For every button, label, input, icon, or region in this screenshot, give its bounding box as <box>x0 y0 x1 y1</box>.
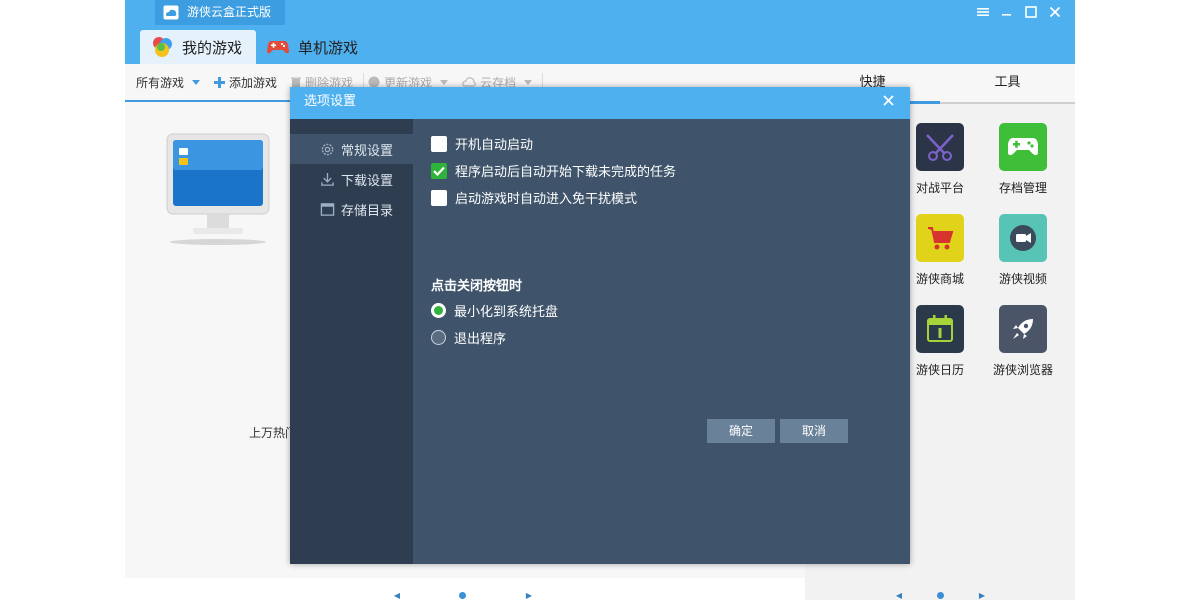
options-dialog: 选项设置 常规设置 下载设置 存储目录 开机自动启动 程序启动后自动开始下载未完… <box>290 87 910 564</box>
next-page-icon[interactable]: ▶ <box>524 590 534 600</box>
app-title: 游侠云盒正式版 <box>155 0 285 25</box>
crossed-swords-icon <box>916 123 964 171</box>
menu-icon[interactable] <box>975 4 991 20</box>
nav-download-settings[interactable]: 下载设置 <box>290 164 413 194</box>
option-label: 开机自动启动 <box>455 138 534 153</box>
monitor-icon <box>166 133 270 245</box>
dialog-nav: 常规设置 下载设置 存储目录 <box>290 119 413 564</box>
tool-label: 游侠商城 <box>915 272 964 286</box>
tool-save-manager[interactable]: 存档管理 <box>988 123 1058 196</box>
nav-general-settings[interactable]: 常规设置 <box>290 134 413 164</box>
tool-label: 游侠视频 <box>998 272 1047 286</box>
right-pager: ◀ ▶ <box>894 590 987 600</box>
folder-window-icon <box>320 202 335 216</box>
add-game-label: 添加游戏 <box>229 75 278 90</box>
left-pager: ◀ ▶ <box>392 590 534 600</box>
tab-my-games-label: 我的游戏 <box>182 38 243 57</box>
maximize-icon[interactable] <box>1023 4 1039 20</box>
option-label: 退出程序 <box>454 332 507 347</box>
rocket-icon <box>999 305 1047 353</box>
trash-icon <box>291 77 302 88</box>
gear-icon <box>321 143 334 155</box>
video-icon <box>999 214 1047 262</box>
option-label: 程序启动后自动开始下载未完成的任务 <box>455 165 677 180</box>
tab-single-games-label: 单机游戏 <box>298 38 359 57</box>
plus-icon <box>214 76 226 88</box>
tool-label: 对战平台 <box>915 181 964 195</box>
shopping-cart-icon <box>916 214 964 262</box>
chevron-down-icon <box>192 79 201 85</box>
page-dot[interactable] <box>937 591 944 599</box>
option-label: 最小化到系统托盘 <box>454 305 559 320</box>
option-minimize-to-tray[interactable]: 最小化到系统托盘 <box>431 301 558 320</box>
page-dot[interactable] <box>459 591 466 599</box>
nav-general-settings-label: 常规设置 <box>341 143 394 159</box>
radio-dot <box>434 306 443 315</box>
all-games-dropdown[interactable]: 所有游戏 <box>132 63 210 101</box>
dialog-title: 选项设置 <box>290 87 910 119</box>
tool-battle-platform[interactable]: 对战平台 <box>905 123 975 196</box>
option-auto-start[interactable]: 开机自动启动 <box>431 134 533 153</box>
title-bar: 游侠云盒正式版 我的游戏 单机游戏 <box>125 0 1075 64</box>
calendar-icon <box>916 305 964 353</box>
dialog-close-icon[interactable] <box>880 93 896 109</box>
checkmark-icon <box>433 166 445 176</box>
minimize-icon[interactable] <box>999 4 1015 20</box>
chevron-down-icon <box>440 79 449 85</box>
tab-single-games[interactable]: 单机游戏 <box>256 30 372 64</box>
tool-video[interactable]: 游侠视频 <box>988 214 1058 287</box>
checkbox[interactable] <box>431 189 447 206</box>
gamepad-icon <box>999 123 1047 171</box>
dialog-body: 开机自动启动 程序启动后自动开始下载未完成的任务 启动游戏时自动进入免干扰模式 … <box>413 119 910 564</box>
gamepad-icon <box>267 41 290 54</box>
all-games-label: 所有游戏 <box>136 75 185 90</box>
app-title-text: 游侠云盒正式版 <box>187 5 272 19</box>
radio[interactable] <box>431 330 446 345</box>
checkbox-checked[interactable] <box>431 162 447 179</box>
tool-label: 游侠日历 <box>915 363 964 377</box>
tool-label: 游侠浏览器 <box>992 363 1053 377</box>
tool-shop[interactable]: 游侠商城 <box>905 214 975 287</box>
cancel-button[interactable]: 取消 <box>780 419 848 443</box>
window-controls <box>975 4 1063 20</box>
prev-page-icon[interactable]: ◀ <box>392 590 402 600</box>
tab-tools[interactable]: 工具 <box>940 64 1075 104</box>
chevron-down-icon <box>524 79 533 85</box>
prev-page-icon[interactable]: ◀ <box>894 590 904 600</box>
radio-selected[interactable] <box>431 303 446 318</box>
nav-storage-directory[interactable]: 存储目录 <box>290 194 413 224</box>
tool-label: 存档管理 <box>998 181 1047 195</box>
option-no-disturb-mode[interactable]: 启动游戏时自动进入免干扰模式 <box>431 188 637 207</box>
tab-my-games[interactable]: 我的游戏 <box>140 30 257 64</box>
checkbox[interactable] <box>431 135 447 152</box>
tool-browser[interactable]: 游侠浏览器 <box>988 305 1058 378</box>
option-auto-download[interactable]: 程序启动后自动开始下载未完成的任务 <box>431 161 676 180</box>
next-page-icon[interactable]: ▶ <box>977 590 987 600</box>
add-game-button[interactable]: 添加游戏 <box>210 63 287 101</box>
nav-storage-directory-label: 存储目录 <box>341 203 394 219</box>
close-icon[interactable] <box>1047 4 1063 20</box>
cloud-box-icon <box>163 5 179 20</box>
nav-download-settings-label: 下载设置 <box>341 173 394 189</box>
tool-calendar[interactable]: 游侠日历 <box>905 305 975 378</box>
option-label: 启动游戏时自动进入免干扰模式 <box>455 192 638 207</box>
ball-logo-icon <box>153 37 172 57</box>
download-icon <box>321 172 334 186</box>
option-exit-program[interactable]: 退出程序 <box>431 328 506 347</box>
close-button-section-title: 点击关闭按钮时 <box>431 279 523 294</box>
main-tabs: 我的游戏 单机游戏 <box>140 30 372 64</box>
ok-button[interactable]: 确定 <box>707 419 775 443</box>
